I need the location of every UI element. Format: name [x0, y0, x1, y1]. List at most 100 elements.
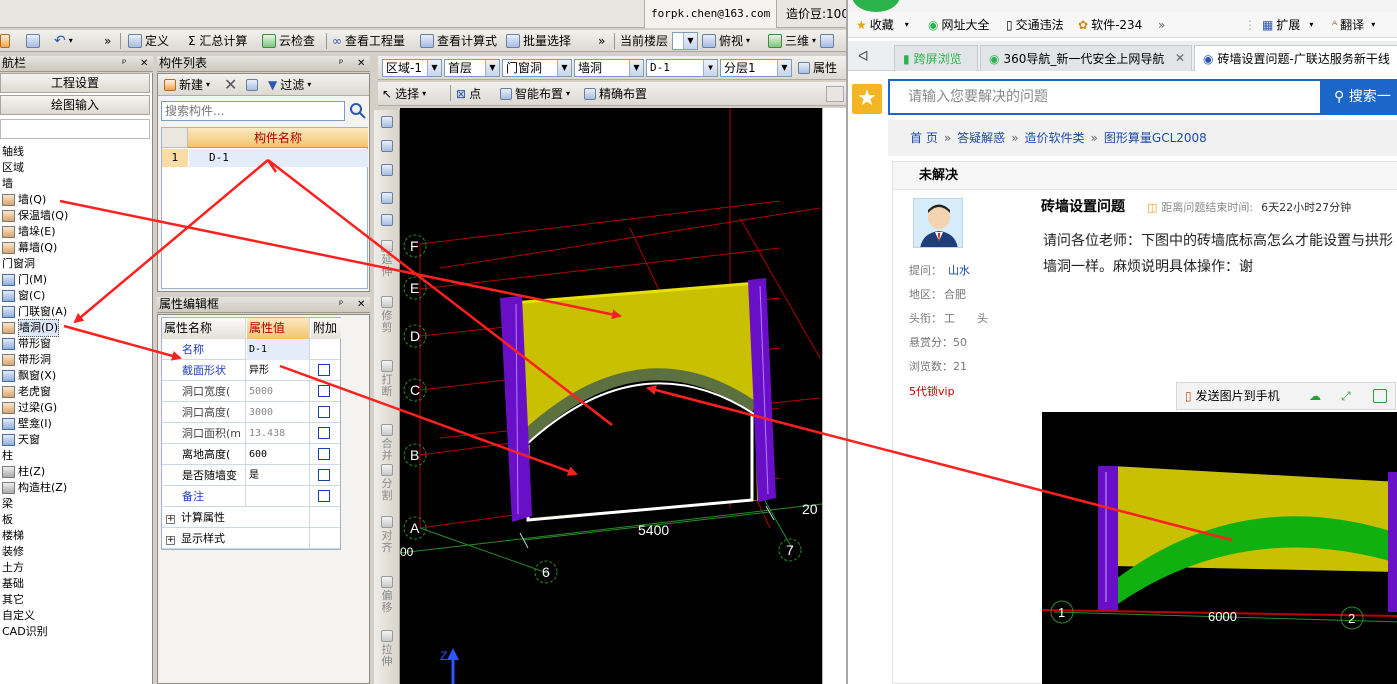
edit-tool-icon[interactable]: [377, 116, 397, 130]
close-icon[interactable]: ✕: [1175, 46, 1185, 70]
component-name-header[interactable]: 构件名称: [188, 128, 368, 148]
cloud-icon[interactable]: ☁: [1309, 383, 1321, 409]
tree-item[interactable]: 柱: [0, 448, 152, 464]
new-component-button[interactable]: 新建 ▾: [164, 75, 210, 95]
asker-link[interactable]: 山水: [948, 264, 970, 277]
edit-tool[interactable]: 拉伸: [377, 630, 397, 668]
drawing-input-button[interactable]: 绘图输入: [0, 95, 150, 115]
property-value[interactable]: 600: [247, 444, 310, 465]
edit-tool-icon[interactable]: [377, 214, 397, 228]
translate-button[interactable]: ᴬ 翻译 ▾: [1332, 16, 1375, 34]
close-icon[interactable]: ✕: [357, 56, 365, 71]
extra-checkbox[interactable]: [318, 490, 330, 502]
region-dropdown[interactable]: 区域-1 ▼: [382, 59, 442, 77]
component-search-input[interactable]: 搜索构件...: [161, 101, 345, 121]
tab-cross-screen[interactable]: ▮ 跨屏浏览: [894, 45, 978, 71]
tree-item[interactable]: 板: [0, 512, 152, 528]
tree-item[interactable]: 梁: [0, 496, 152, 512]
extra-checkbox[interactable]: [318, 427, 330, 439]
tab-360-nav[interactable]: ◉ 360导航_新一代安全上网导航 ✕: [980, 45, 1192, 71]
threed-button[interactable]: 三维 ▾: [768, 31, 816, 51]
canvas-scrollbar[interactable]: [822, 108, 846, 684]
property-value[interactable]: 3000: [247, 402, 310, 423]
close-icon[interactable]: ✕: [357, 297, 365, 312]
bookmark-overflow[interactable]: »: [1158, 16, 1165, 34]
drawing-canvas[interactable]: 5400 20 00 F E D C B A 6 7 Z: [400, 108, 822, 684]
precise-layout-button[interactable]: 精确布置: [584, 84, 647, 104]
view-quantity-button[interactable]: ∞ 查看工程量: [332, 31, 405, 51]
property-row[interactable]: 洞口宽度(5000: [162, 381, 340, 402]
toolbar-overflow[interactable]: »: [104, 31, 111, 51]
breadcrumb-home[interactable]: 首 页: [910, 131, 938, 145]
tree-item[interactable]: 窗(C): [0, 288, 152, 304]
search-icon[interactable]: [348, 101, 368, 121]
gear-icon[interactable]: [0, 31, 10, 51]
account-email[interactable]: forpk.chen@163.com: [644, 0, 778, 28]
project-settings-button[interactable]: 工程设置: [0, 73, 150, 93]
property-row[interactable]: 备注: [162, 486, 340, 507]
property-row[interactable]: 截面形状 异形: [162, 360, 340, 381]
property-value[interactable]: [247, 486, 310, 507]
properties-button[interactable]: 属性: [798, 58, 837, 78]
attached-image[interactable]: 1 2 6000: [1042, 412, 1397, 684]
edit-tool[interactable]: 修剪: [377, 296, 397, 334]
property-group[interactable]: + 计算属性: [162, 507, 340, 528]
expand-icon[interactable]: +: [166, 536, 175, 545]
tree-item[interactable]: 墙(Q): [0, 192, 152, 208]
floor-dropdown[interactable]: 首层 ▼: [444, 59, 500, 77]
edit-tool[interactable]: 偏移: [377, 576, 397, 614]
extra-checkbox[interactable]: [318, 469, 330, 481]
nav-filter-box[interactable]: [0, 119, 150, 139]
edit-tool[interactable]: 延伸: [377, 240, 397, 278]
send-to-phone-button[interactable]: ▯ 发送图片到手机: [1185, 383, 1280, 409]
more-tool-button[interactable]: [820, 31, 834, 51]
property-value[interactable]: 13.438: [247, 423, 310, 444]
extra-checkbox[interactable]: [318, 448, 330, 460]
tree-item[interactable]: 自定义: [0, 608, 152, 624]
tree-item[interactable]: 其它: [0, 592, 152, 608]
tree-item[interactable]: 基础: [0, 576, 152, 592]
pin-icon[interactable]: ᵖ: [122, 56, 126, 71]
category-dropdown[interactable]: 门窗洞 ▼: [502, 59, 572, 77]
property-value[interactable]: 是: [247, 465, 310, 486]
undo-icon[interactable]: ↶ ▾: [54, 31, 73, 51]
tree-item[interactable]: 壁龛(I): [0, 416, 152, 432]
component-dropdown[interactable]: D-1 ▼: [646, 59, 718, 77]
tree-item[interactable]: 柱(Z): [0, 464, 152, 480]
property-row[interactable]: 离地高度(600: [162, 444, 340, 465]
tree-item[interactable]: 带形洞: [0, 352, 152, 368]
extra-checkbox[interactable]: [318, 364, 330, 376]
pin-icon[interactable]: ᵖ: [339, 56, 343, 71]
tree-item[interactable]: 门窗洞: [0, 256, 152, 272]
expand-icon[interactable]: +: [166, 515, 175, 524]
edit-tool[interactable]: 分割: [377, 464, 397, 502]
property-value[interactable]: 5000: [247, 381, 310, 402]
tree-item[interactable]: 楼梯: [0, 528, 152, 544]
property-group[interactable]: + 显示样式: [162, 528, 340, 549]
search-button[interactable]: ⚲ 搜索一: [1322, 79, 1397, 115]
extra-checkbox[interactable]: [318, 406, 330, 418]
property-row[interactable]: 洞口高度(3000: [162, 402, 340, 423]
bookmark-software[interactable]: ✿ 软件-234: [1078, 16, 1142, 34]
cloud-check-button[interactable]: 云检查: [262, 31, 315, 51]
top-view-button[interactable]: 俯视 ▾: [702, 31, 750, 51]
bookmark-traffic[interactable]: ▯ 交通违法: [1006, 16, 1064, 34]
edit-tool-icon[interactable]: [377, 164, 397, 178]
favorites-button[interactable]: ★ 收藏 ▾: [856, 16, 909, 34]
favorite-star-icon[interactable]: ★: [852, 84, 882, 114]
tree-item[interactable]: 过梁(G): [0, 400, 152, 416]
question-search-input[interactable]: 请输入您要解决的问题: [888, 79, 1322, 115]
expand-icon[interactable]: ⤢: [1341, 383, 1351, 409]
tree-item[interactable]: 天窗: [0, 432, 152, 448]
property-row[interactable]: 是否随墙变是: [162, 465, 340, 486]
tree-item[interactable]: 门(M): [0, 272, 152, 288]
tree-item[interactable]: CAD识别: [0, 624, 152, 640]
tree-item[interactable]: 飘窗(X): [0, 368, 152, 384]
property-row[interactable]: 洞口面积(m 13.438: [162, 423, 340, 444]
tree-item[interactable]: 构造柱(Z): [0, 480, 152, 496]
search-icon[interactable]: [826, 86, 844, 102]
back-icon[interactable]: ᐊ: [858, 49, 869, 65]
edit-tool[interactable]: 合并: [377, 424, 397, 462]
tree-item[interactable]: 墙洞(D): [0, 319, 152, 337]
current-floor-dropdown[interactable]: ▼: [672, 32, 698, 50]
